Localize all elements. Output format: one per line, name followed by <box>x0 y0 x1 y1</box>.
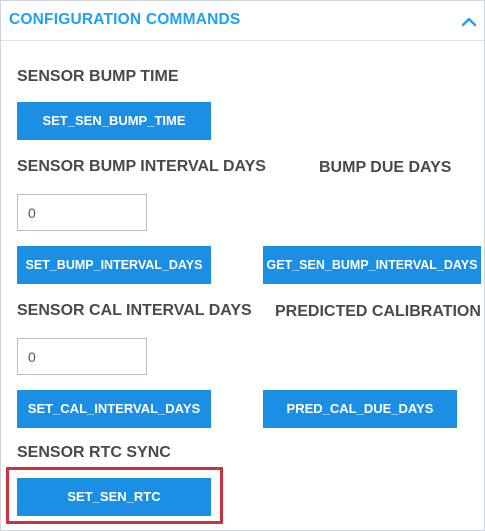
chevron-up-icon[interactable] <box>460 13 478 31</box>
sensor-bump-time-label: SENSOR BUMP TIME <box>17 68 179 85</box>
sensor-cal-interval-days-label: SENSOR CAL INTERVAL DAYS <box>17 302 252 319</box>
panel-title: CONFIGURATION COMMANDS <box>9 11 241 28</box>
panel-header[interactable]: CONFIGURATION COMMANDS <box>1 1 484 41</box>
predicted-calibration-label: PREDICTED CALIBRATION <box>275 303 481 320</box>
sensor-bump-interval-days-label: SENSOR BUMP INTERVAL DAYS <box>17 158 266 175</box>
bump-due-days-label: BUMP DUE DAYS <box>319 159 452 176</box>
pred-cal-due-days-button[interactable]: PRED_CAL_DUE_DAYS <box>263 390 457 428</box>
cal-interval-days-input[interactable] <box>17 338 147 375</box>
highlight-annotation <box>6 467 223 524</box>
configuration-commands-panel: CONFIGURATION COMMANDS SENSOR BUMP TIME … <box>0 0 485 531</box>
bump-interval-days-input[interactable] <box>17 194 147 231</box>
set-sen-bump-time-button[interactable]: SET_SEN_BUMP_TIME <box>17 102 211 140</box>
set-cal-interval-days-button[interactable]: SET_CAL_INTERVAL_DAYS <box>17 390 211 428</box>
sensor-rtc-sync-label: SENSOR RTC SYNC <box>17 444 171 461</box>
set-bump-interval-days-button[interactable]: SET_BUMP_INTERVAL_DAYS <box>17 246 211 284</box>
get-sen-bump-interval-days-button[interactable]: GET_SEN_BUMP_INTERVAL_DAYS <box>263 246 481 284</box>
